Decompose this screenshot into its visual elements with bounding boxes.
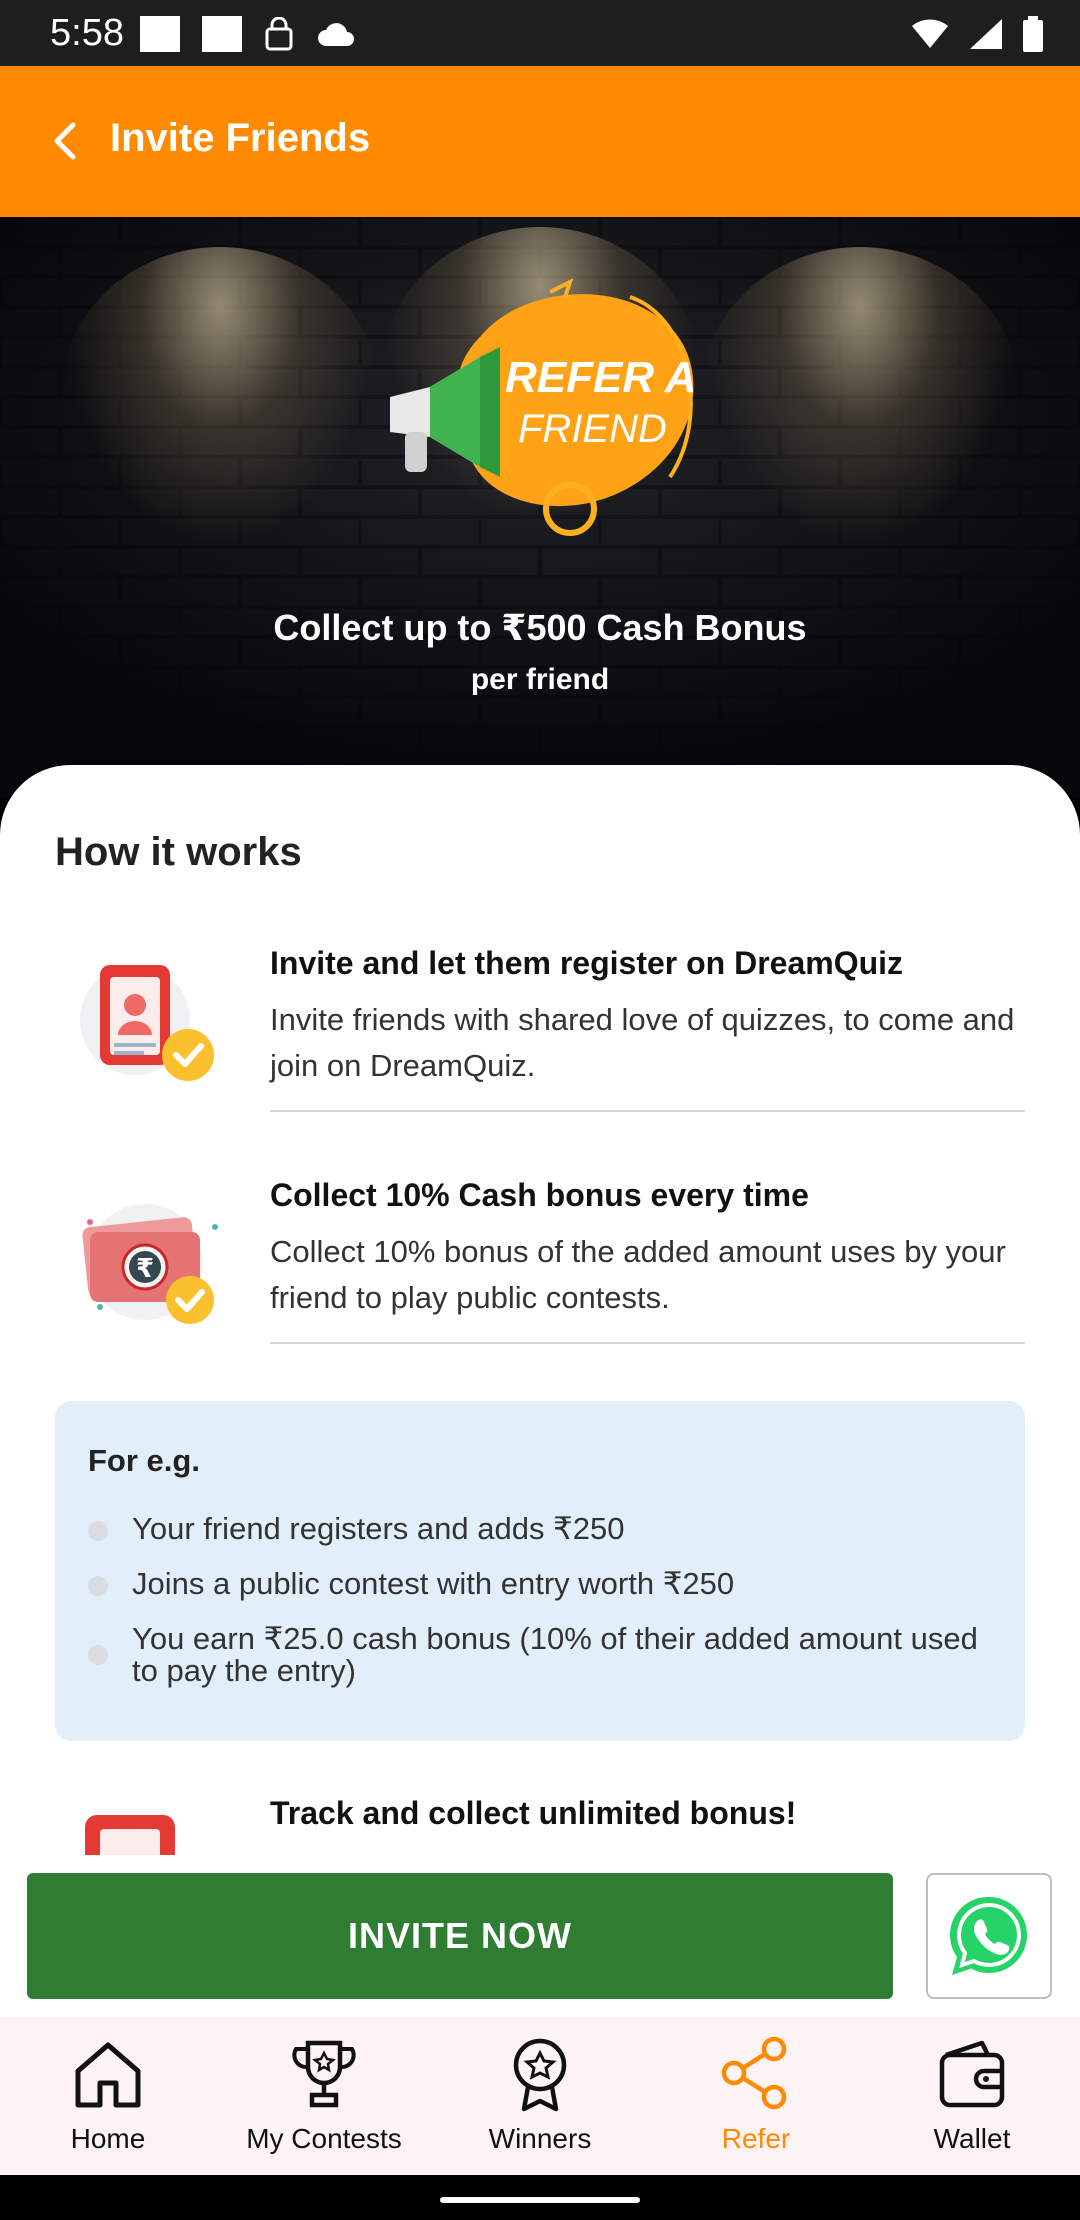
example-text: You earn ₹25.0 cash bonus (10% of their … [132,1621,978,1688]
nav-label: My Contests [246,2123,402,2154]
back-button[interactable] [30,106,100,176]
notification-icons [140,16,356,52]
spotlight [700,247,1020,547]
whatsapp-icon [949,1896,1027,1975]
back-arrow-icon [54,122,76,160]
bottom-navigation: Home My Contests Winners Refer Wallet [0,2017,1080,2175]
bullet-dot [88,1576,108,1596]
example-box: For e.g. Your friend registers and adds … [55,1401,1025,1741]
share-icon [716,2033,796,2113]
divider [270,1110,1025,1112]
bullet-dot [88,1645,108,1665]
section-title: How it works [55,830,302,874]
step-title: Track and collect unlimited bonus! [270,1795,797,1831]
system-icons [910,16,1044,52]
page-title: Invite Friends [110,116,371,160]
logo-text-friend: FRIEND [518,407,667,451]
step-description: Invite friends with shared love of quizz… [270,1002,1015,1083]
battery-icon [1023,16,1043,52]
divider [270,1342,1025,1344]
nav-item-winners[interactable]: Winners [432,2017,648,2175]
action-bar: INVITE NOW [0,1855,1080,2017]
nav-item-wallet[interactable]: Wallet [864,2017,1080,2175]
home-gesture-bar[interactable] [440,2197,640,2203]
home-icon [68,2033,148,2113]
logo-text-refer: REFER A [505,353,697,402]
invite-now-button[interactable]: INVITE NOW [27,1873,893,1999]
example-text: Joins a public contest with entry worth … [132,1566,735,1601]
signal-icon [970,19,1002,49]
profile-card-check-icon [80,965,214,1081]
wallet-icon [932,2033,1012,2113]
svg-text:₹: ₹ [136,1254,154,1284]
example-text: Your friend registers and adds ₹250 [132,1511,625,1546]
nav-label: Winners [488,2123,592,2154]
refer-a-friend-logo: REFER A FRIEND [390,278,697,536]
notification-icon [140,16,180,52]
medal-icon [500,2033,580,2113]
nav-label: Home [70,2123,146,2154]
app-bar: Invite Friends [0,66,1080,217]
notification-icon [202,16,242,52]
step-title: Invite and let them register on DreamQui… [270,945,904,981]
profile-card-icon [85,1815,175,1855]
nav-item-home[interactable]: Home [0,2017,216,2175]
nav-label: Refer [721,2123,791,2154]
step-title: Collect 10% Cash bonus every time [270,1177,809,1213]
refer-hero-banner: REFER A FRIEND Collect up to ₹500 Cash B… [0,217,1080,797]
trophy-icon [284,2033,364,2113]
cash-rupee-check-icon: ₹ [82,1204,218,1324]
wifi-icon [912,19,948,48]
nav-item-my-contests[interactable]: My Contests [216,2017,432,2175]
bullet-dot [88,1521,108,1541]
gesture-navigation-area [0,2175,1080,2220]
nav-label: Wallet [933,2123,1011,2154]
whatsapp-share-button[interactable] [926,1873,1052,1999]
spotlight [60,247,380,547]
cloud-icon [318,23,354,46]
lock-icon [265,17,293,51]
hero-headline: Collect up to ₹500 Cash Bonus [273,607,807,648]
example-title: For e.g. [88,1443,200,1478]
status-bar: 5:58 [0,0,1080,66]
how-it-works-sheet[interactable]: How it works Invite and let them registe… [0,765,1080,1855]
status-time: 5:58 [50,12,124,54]
step-description: Collect 10% bonus of the added amount us… [270,1234,1006,1315]
nav-item-refer[interactable]: Refer [648,2017,864,2175]
hero-subheadline: per friend [470,663,610,696]
